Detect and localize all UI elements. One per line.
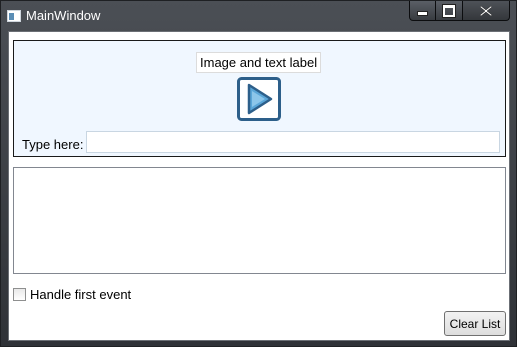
- app-icon: [7, 10, 21, 22]
- client-area: Image and text label Type here: Handle f…: [8, 31, 510, 341]
- maximize-button[interactable]: [436, 1, 463, 21]
- handle-first-event-checkbox[interactable]: [13, 287, 26, 301]
- close-button[interactable]: [463, 1, 510, 21]
- maximize-icon: [443, 4, 455, 17]
- type-here-label: Type here:: [22, 137, 84, 152]
- minimize-button[interactable]: [409, 1, 436, 21]
- event-list[interactable]: [13, 167, 506, 274]
- play-icon[interactable]: [237, 77, 281, 121]
- image-text-label: Image and text label: [196, 52, 322, 73]
- handle-first-event-row[interactable]: Handle first event: [13, 286, 131, 302]
- type-here-input[interactable]: [86, 131, 500, 153]
- close-icon: [480, 5, 492, 16]
- minimize-icon: [417, 11, 428, 16]
- window-title: MainWindow: [26, 8, 101, 23]
- main-window: MainWindow Image and text label Type her…: [0, 0, 517, 347]
- image-text-panel: Image and text label Type here:: [13, 40, 506, 157]
- handle-first-event-label: Handle first event: [30, 286, 132, 302]
- title-bar[interactable]: MainWindow: [1, 1, 516, 31]
- clear-list-button[interactable]: Clear List: [444, 311, 506, 336]
- caption-buttons: [409, 1, 510, 21]
